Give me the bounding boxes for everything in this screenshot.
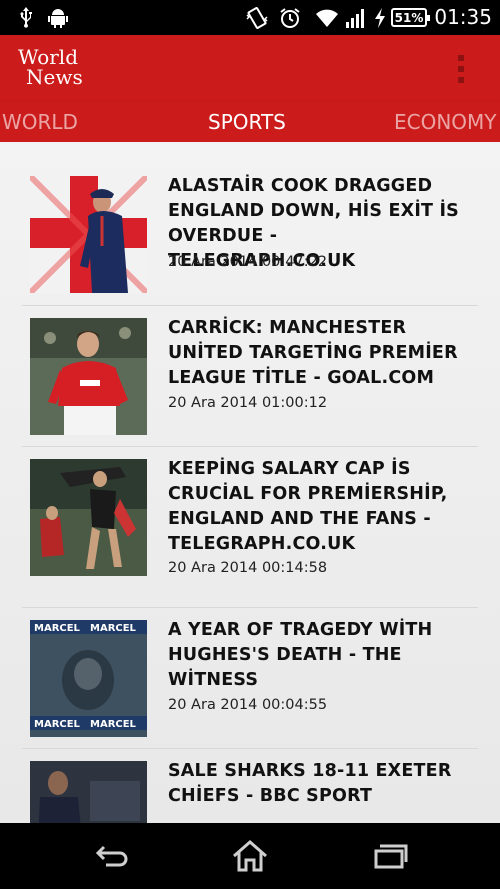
home-icon[interactable] <box>228 837 272 875</box>
app-bar: World News <box>0 35 500 102</box>
recent-apps-icon[interactable] <box>368 837 412 875</box>
overflow-menu-icon[interactable] <box>450 51 472 87</box>
banner-text-bottom-2: MARCEL <box>90 719 137 730</box>
tab-world[interactable]: WORLD <box>2 110 78 134</box>
list-item[interactable]: MARCEL MARCEL MARCEL MARCEL A YEAR OF TR… <box>22 608 478 749</box>
clock: 01:35 <box>434 5 492 29</box>
article-title: CARRİCK: MANCHESTER UNİTED TARGETİNG PRE… <box>168 318 458 388</box>
article-thumbnail <box>30 459 147 576</box>
status-bar: 51% 01:35 <box>0 0 500 35</box>
article-date: 20 Ara 2014 00:47:22 <box>168 254 328 270</box>
list-item[interactable]: KEEPİNG SALARY CAP İS CRUCİAL FOR PREMİE… <box>22 447 478 608</box>
article-title: SALE SHARKS 18-11 EXETER CHİEFS - BBC SP… <box>168 761 452 806</box>
category-tabs: WORLD SPORTS ECONOMY <box>0 102 500 142</box>
article-date: 20 Ara 2014 00:14:58 <box>168 560 328 576</box>
signal-icon <box>344 6 368 30</box>
vibrate-icon <box>244 6 270 30</box>
navigation-bar <box>0 823 500 889</box>
logo-line-2: News <box>26 65 83 89</box>
tab-sports[interactable]: SPORTS <box>208 110 286 134</box>
wifi-icon <box>314 6 340 30</box>
article-thumbnail <box>30 761 147 823</box>
list-item[interactable]: ALASTAİR COOK DRAGGED ENGLAND DOWN, HİS … <box>22 164 478 306</box>
charging-icon <box>373 6 387 30</box>
back-icon[interactable] <box>90 837 134 875</box>
article-title: KEEPİNG SALARY CAP İS CRUCİAL FOR PREMİE… <box>168 459 448 554</box>
article-title: A YEAR OF TRAGEDY WİTH HUGHES'S DEATH - … <box>168 620 433 690</box>
tab-economy[interactable]: ECONOMY <box>394 110 497 134</box>
article-thumbnail <box>30 318 147 435</box>
article-date: 20 Ara 2014 00:04:55 <box>168 697 328 713</box>
battery-icon: 51% <box>391 8 430 27</box>
article-thumbnail: MARCEL MARCEL MARCEL MARCEL <box>30 620 147 737</box>
article-date: 20 Ara 2014 01:00:12 <box>168 395 328 411</box>
android-icon <box>46 6 70 30</box>
usb-icon <box>16 6 36 30</box>
article-list[interactable]: ALASTAİR COOK DRAGGED ENGLAND DOWN, HİS … <box>0 142 500 823</box>
article-thumbnail <box>30 176 147 293</box>
list-item[interactable]: CARRİCK: MANCHESTER UNİTED TARGETİNG PRE… <box>22 306 478 447</box>
banner-text-top: MARCEL <box>34 623 81 634</box>
list-item[interactable]: SALE SHARKS 18-11 EXETER CHİEFS - BBC SP… <box>22 749 478 823</box>
alarm-icon <box>278 6 302 30</box>
app-logo[interactable]: World News <box>18 47 83 87</box>
banner-text-bottom: MARCEL <box>34 719 81 730</box>
banner-text-top-2: MARCEL <box>90 623 137 634</box>
